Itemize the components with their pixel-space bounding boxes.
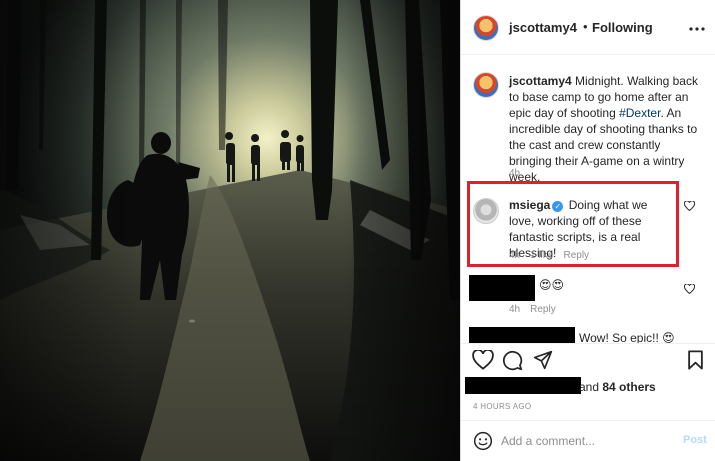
comment-meta: 4h Reply [509,304,566,315]
comment-avatar[interactable] [473,198,499,224]
caption-timestamp[interactable]: 4h [509,168,520,179]
post-comment-button[interactable]: Post [683,434,707,446]
comment-reply-button[interactable]: Reply [530,304,556,315]
share-paper-plane-icon[interactable] [533,350,553,375]
forest-night-photo [0,0,460,461]
comment-input[interactable] [501,432,671,450]
like-comment-heart-icon[interactable] [683,283,696,297]
emoji-icon[interactable] [473,431,493,456]
following-button[interactable]: Following [592,20,653,35]
save-bookmark-icon[interactable] [687,350,704,375]
post-caption: jscottamy4 Midnight. Walking back to bas… [509,73,701,185]
comment-time[interactable]: 4h [509,304,520,315]
comment-bar: Post [461,420,715,461]
caption-hashtag[interactable]: #Dexter [619,106,660,120]
redacted-avatar-username [469,327,575,343]
more-horizontal-icon[interactable] [689,19,705,37]
post-header: jscottamy4 • Following [461,0,715,55]
verified-badge-icon: ✓ [552,201,564,212]
comment-time[interactable]: 4h [509,250,520,261]
comment-bubble-icon[interactable] [502,350,523,376]
redacted-avatar-username [469,275,535,301]
post-timestamp[interactable]: 4 HOURS AGO [473,402,531,411]
comment-likes[interactable]: 1 like [530,250,553,261]
comment-meta: 4h 1 like Reply [509,250,599,261]
author-avatar[interactable] [473,15,499,41]
comment-reply-button[interactable]: Reply [563,250,589,261]
like-heart-icon[interactable] [472,348,494,375]
comment-body: 😍😍 [539,278,565,292]
likes-and: and [579,380,600,394]
like-comment-heart-icon[interactable] [683,200,696,214]
comment-body: Wow! So epic!! 😍 [579,331,675,343]
caption-username[interactable]: jscottamy4 [509,74,572,88]
comment-username[interactable]: msiega [509,198,550,212]
redacted-liker [465,377,581,394]
likes-others[interactable]: 84 others [602,380,655,394]
action-bar [461,343,715,375]
author-username[interactable]: jscottamy4 [509,20,577,35]
header-separator: • [583,19,588,34]
post-photo[interactable] [0,0,460,461]
likes-summary[interactable]: and 84 others [579,380,656,394]
comment-clip: Wow! So epic!! 😍 [461,327,715,343]
post-detail-panel: jscottamy4 • Following jscottamy4 Midnig… [460,0,715,461]
caption-avatar[interactable] [473,72,499,98]
